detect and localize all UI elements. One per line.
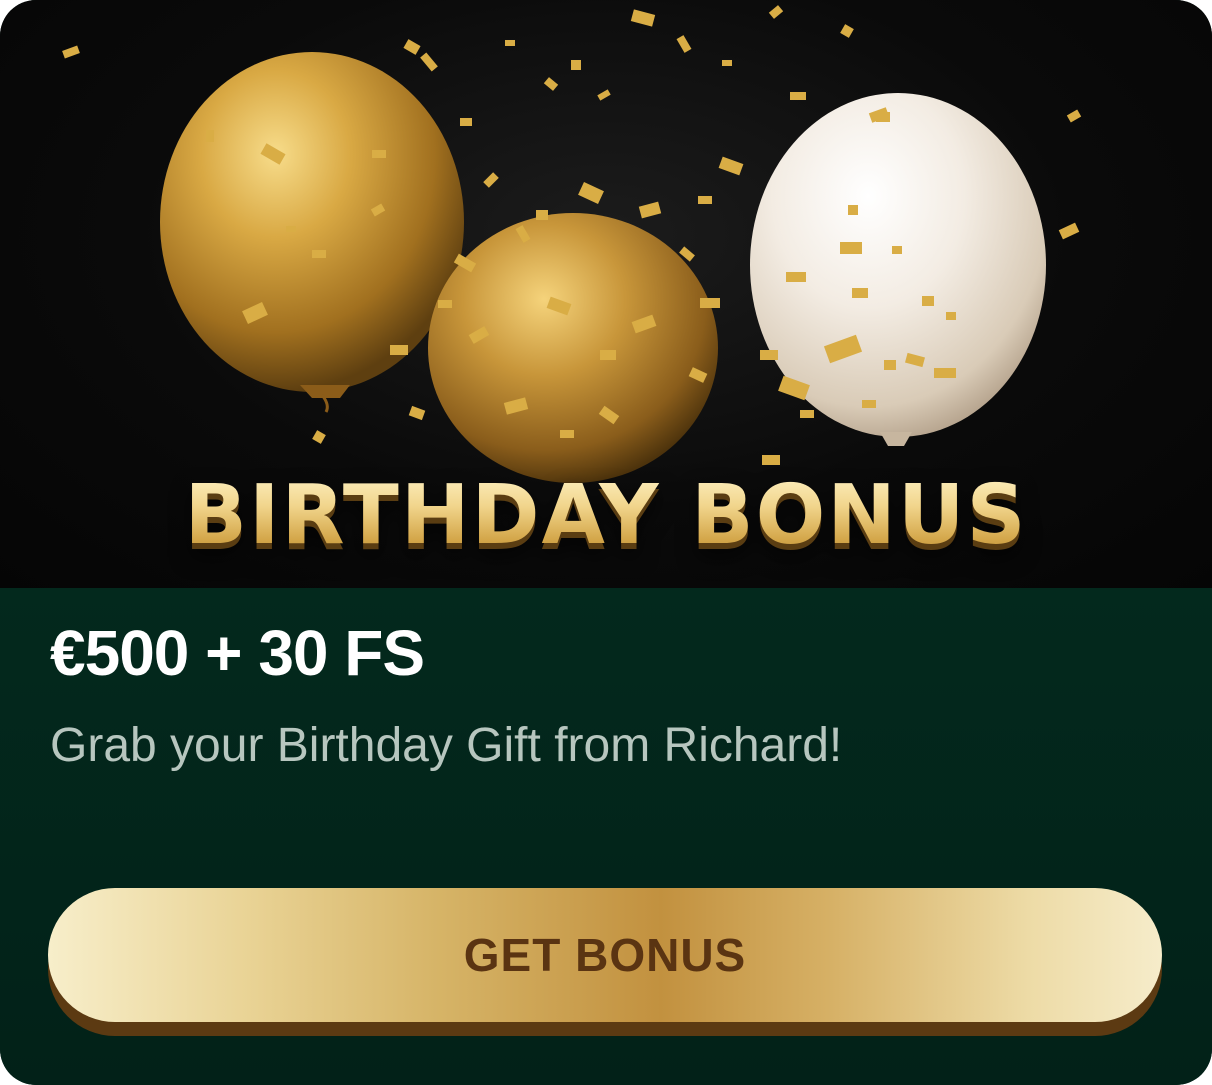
- bonus-description: Grab your Birthday Gift from Richard!: [50, 719, 843, 772]
- get-bonus-button[interactable]: GET BONUS: [48, 888, 1162, 1022]
- birthday-bonus-card: BIRTHDAY BONUS €500 + 30 FS Grab your Bi…: [0, 0, 1212, 1085]
- bonus-amount: €500 + 30 FS: [50, 617, 425, 689]
- banner-title: BIRTHDAY BONUS: [0, 468, 1212, 563]
- banner-image: BIRTHDAY BONUS: [0, 0, 1212, 588]
- gold-balloon-left: [160, 52, 464, 413]
- gold-balloon-middle: [428, 213, 718, 483]
